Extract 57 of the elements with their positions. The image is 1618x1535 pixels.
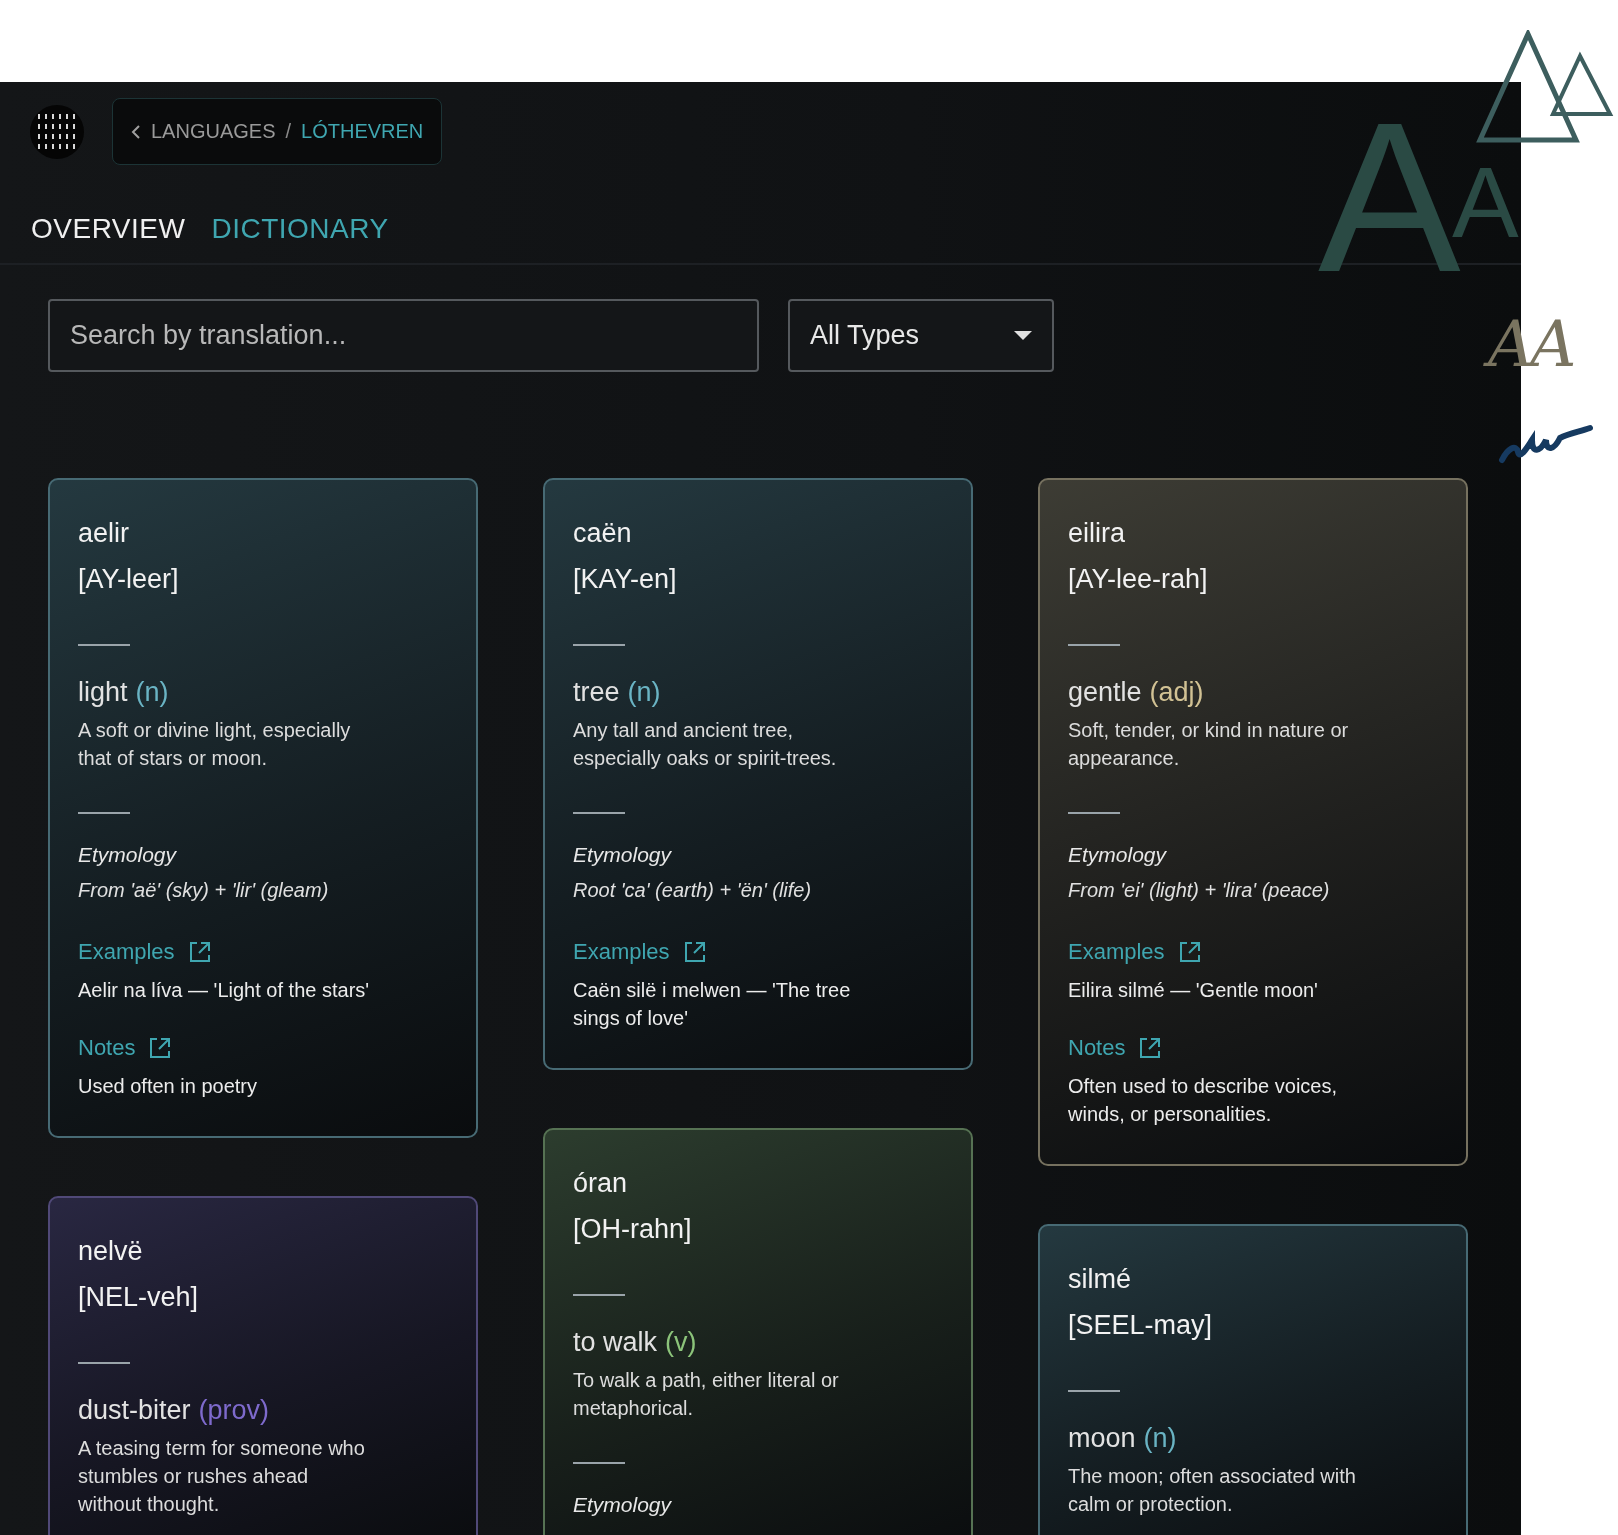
breadcrumb-separator: /	[285, 120, 292, 143]
pronunciation: [AY-leer]	[78, 563, 180, 596]
word-title: eilira	[1068, 517, 1127, 550]
part-of-speech: (n)	[1143, 1422, 1177, 1455]
pronunciation: [AY-lee-rah]	[1068, 563, 1209, 596]
logo-icon[interactable]	[30, 104, 84, 159]
meaning-title: dust-biter	[78, 1394, 191, 1427]
etymology-text: From 'ei' (light) + 'lira' (peace)	[1068, 878, 1331, 903]
pronunciation: [OH-rahn]	[573, 1213, 693, 1246]
meaning-title: light	[78, 676, 128, 709]
etymology-text: Root 'ca' (earth) + 'ën' (life)	[573, 878, 813, 903]
example-text: Caën silë i melwen — 'The tree sings of love'	[573, 978, 852, 1031]
definition-text: To walk a path, either literal or metaphorical.	[573, 1368, 840, 1421]
tab[interactable]: DICTIONARY	[211, 213, 389, 263]
part-of-speech: (v)	[665, 1326, 697, 1359]
etymology-label: Etymology	[1068, 842, 1168, 868]
examples-link[interactable]: Examples	[1068, 939, 1165, 965]
breadcrumb-link[interactable]: LANGUAGES	[151, 120, 276, 143]
definition-text: A teasing term for someone who stumbles or rushes ahead without thought.	[78, 1436, 366, 1517]
etymology-label: Etymology	[78, 842, 178, 868]
etymology-text: From 'aë' (sky) + 'lir' (gleam)	[78, 878, 330, 903]
part-of-speech: (n)	[135, 676, 169, 709]
breadcrumb-current: LÓTHEVREN	[301, 120, 424, 143]
word-title: silmé	[1068, 1263, 1132, 1296]
pronunciation: [KAY-en]	[573, 563, 678, 596]
part-of-speech: (adj)	[1149, 676, 1204, 709]
definition-text: The moon; often associated with calm or protection.	[1068, 1464, 1357, 1517]
notes-link[interactable]: Notes	[78, 1035, 136, 1061]
meaning-title: moon	[1068, 1422, 1136, 1455]
pronunciation: [NEL-veh]	[78, 1281, 200, 1314]
caret-icon	[1014, 330, 1032, 341]
notes-text: Used often in poetry	[78, 1074, 258, 1099]
part-of-speech: (prov)	[198, 1394, 270, 1427]
pronunciation: [SEEL-may]	[1068, 1309, 1214, 1342]
tab[interactable]: OVERVIEW	[31, 213, 186, 263]
example-text: Eilira silmé — 'Gentle moon'	[1068, 978, 1319, 1003]
word-title: nelvë	[78, 1235, 144, 1268]
examples-link[interactable]: Examples	[573, 939, 670, 965]
part-of-speech: (n)	[627, 676, 661, 709]
examples-link[interactable]: Examples	[78, 939, 175, 965]
meaning-title: to walk	[573, 1326, 658, 1359]
word-title: caën	[573, 517, 633, 550]
back-chevron-icon[interactable]	[131, 123, 141, 140]
notes-link[interactable]: Notes	[1068, 1035, 1126, 1061]
definition-text: Any tall and ancient tree, especially oaks or spirit-trees.	[573, 718, 838, 771]
type-dropdown[interactable]: All Types	[788, 299, 1054, 372]
word-title: aelir	[78, 517, 131, 550]
etymology-label: Etymology	[573, 842, 673, 868]
word-title: óran	[573, 1167, 629, 1200]
etymology-label: Etymology	[573, 1492, 673, 1518]
meaning-title: gentle	[1068, 676, 1142, 709]
notes-text: Often used to describe voices, winds, or personalities.	[1068, 1074, 1339, 1127]
meaning-title: tree	[573, 676, 620, 709]
definition-text: A soft or divine light, especially that of stars or moon.	[78, 718, 352, 771]
example-text: Aelir na líva — 'Light of the stars'	[78, 978, 371, 1003]
definition-text: Soft, tender, or kind in nature or appearance.	[1068, 718, 1350, 771]
search-field[interactable]: Search by translation...	[48, 299, 759, 372]
